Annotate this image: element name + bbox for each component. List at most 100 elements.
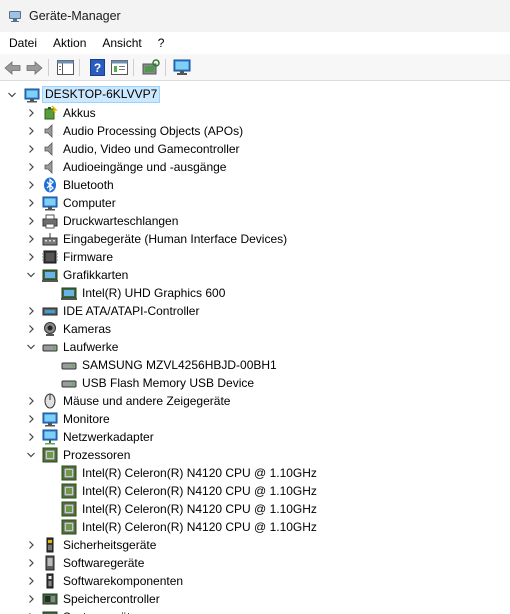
expand-toggle[interactable] — [25, 161, 37, 173]
tree-device-label: Intel(R) Celeron(R) N4120 CPU @ 1.10GHz — [82, 466, 317, 480]
computer-icon — [24, 88, 40, 103]
expand-toggle[interactable] — [25, 395, 37, 407]
expand-toggle[interactable] — [25, 413, 37, 425]
tree-category[interactable]: Druckwarteschlangen — [0, 212, 510, 230]
expand-toggle[interactable] — [6, 89, 18, 101]
tree-category[interactable]: Audio Processing Objects (APOs) — [0, 122, 510, 140]
tree-device[interactable]: Intel(R) Celeron(R) N4120 CPU @ 1.10GHz — [0, 500, 510, 518]
tree-category-label: Laufwerke — [63, 340, 119, 354]
tree-category[interactable]: IDE ATA/ATAPI-Controller — [0, 302, 510, 320]
tree-category[interactable]: Laufwerke — [0, 338, 510, 356]
expand-toggle[interactable] — [25, 143, 37, 155]
show-hide-tree-icon — [56, 60, 74, 75]
expand-toggle[interactable] — [25, 179, 37, 191]
chevron-right-icon — [29, 397, 34, 405]
tree-device-label: Intel(R) Celeron(R) N4120 CPU @ 1.10GHz — [82, 484, 317, 498]
tree-category[interactable]: Kameras — [0, 320, 510, 338]
back-button[interactable] — [3, 58, 23, 77]
expand-toggle[interactable] — [25, 215, 37, 227]
tree-category[interactable]: Eingabegeräte (Human Interface Devices) — [0, 230, 510, 248]
expand-toggle[interactable] — [25, 557, 37, 569]
network-icon — [42, 429, 58, 445]
monitor-button[interactable] — [172, 58, 192, 77]
properties-button[interactable] — [109, 58, 129, 77]
expand-toggle[interactable] — [25, 449, 37, 461]
expand-toggle[interactable] — [25, 233, 37, 245]
tree-category[interactable]: Audio, Video und Gamecontroller — [0, 140, 510, 158]
tree-category[interactable]: Audioeingänge und -ausgänge — [0, 158, 510, 176]
expand-toggle[interactable] — [25, 125, 37, 137]
expand-toggle[interactable] — [25, 593, 37, 605]
bluetooth-icon — [44, 177, 56, 193]
tree-category[interactable]: Computer — [0, 194, 510, 212]
tree-category[interactable]: Softwaregeräte — [0, 554, 510, 572]
show-hide-tree-button[interactable] — [55, 58, 75, 77]
toolbar-separator — [48, 59, 49, 76]
forward-button[interactable] — [24, 58, 44, 77]
software-device-icon — [45, 555, 55, 571]
tree-device[interactable]: Intel(R) Celeron(R) N4120 CPU @ 1.10GHz — [0, 482, 510, 500]
tree-category[interactable]: Akkus — [0, 104, 510, 122]
menu-ansicht[interactable]: Ansicht — [94, 32, 149, 54]
tree-category-label: Bluetooth — [63, 178, 114, 192]
tree-category-label: Monitore — [63, 412, 110, 426]
tree-device[interactable]: USB Flash Memory USB Device — [0, 374, 510, 392]
tree-category[interactable]: Bluetooth — [0, 176, 510, 194]
tree-device-label: SAMSUNG MZVL4256HBJD-00BH1 — [82, 358, 277, 372]
expand-toggle[interactable] — [25, 431, 37, 443]
tree-category-label: Mäuse und andere Zeigegeräte — [63, 394, 231, 408]
tree-device[interactable]: Intel(R) Celeron(R) N4120 CPU @ 1.10GHz — [0, 464, 510, 482]
scan-hardware-button[interactable] — [141, 58, 161, 77]
tree-category[interactable]: Sicherheitsgeräte — [0, 536, 510, 554]
tree-category-label: Eingabegeräte (Human Interface Devices) — [63, 232, 288, 246]
tree-category[interactable]: Softwarekomponenten — [0, 572, 510, 590]
processor-icon — [61, 483, 77, 499]
drive-icon — [42, 344, 58, 352]
tree-category[interactable]: Firmware — [0, 248, 510, 266]
expand-toggle[interactable] — [25, 197, 37, 209]
properties-icon — [110, 60, 128, 75]
tree-category[interactable]: Netzwerkadapter — [0, 428, 510, 446]
battery-icon — [44, 105, 58, 120]
tree-category[interactable]: Grafikkarten — [0, 266, 510, 284]
chevron-right-icon — [29, 325, 34, 333]
tree-category[interactable]: Systemgeräte — [0, 608, 510, 614]
expand-toggle[interactable] — [25, 107, 37, 119]
toolbar-separator — [165, 59, 166, 76]
expand-toggle[interactable] — [25, 341, 37, 353]
firmware-icon — [42, 250, 58, 264]
help-icon: ? — [89, 59, 105, 76]
back-icon — [4, 60, 21, 75]
tree-device[interactable]: Intel(R) Celeron(R) N4120 CPU @ 1.10GHz — [0, 518, 510, 536]
chevron-right-icon — [29, 145, 34, 153]
menu-aktion[interactable]: Aktion — [45, 32, 94, 54]
tree-category[interactable]: Prozessoren — [0, 446, 510, 464]
menu-datei[interactable]: Datei — [0, 32, 45, 54]
tree-root[interactable]: DESKTOP-6KLVVP7 — [0, 86, 510, 104]
menu-help[interactable]: ? — [150, 32, 173, 54]
help-button[interactable]: ? — [87, 58, 107, 77]
computer-icon — [42, 196, 58, 211]
tree-category-label: Systemgeräte — [63, 610, 137, 614]
expand-toggle[interactable] — [25, 305, 37, 317]
tree-category[interactable]: Mäuse und andere Zeigegeräte — [0, 392, 510, 410]
toolbar-separator — [133, 59, 134, 76]
tree-category[interactable]: Monitore — [0, 410, 510, 428]
expand-toggle[interactable] — [25, 539, 37, 551]
tree-category-label: Netzwerkadapter — [63, 430, 154, 444]
chevron-right-icon — [29, 217, 34, 225]
expand-toggle[interactable] — [25, 251, 37, 263]
expand-toggle[interactable] — [25, 575, 37, 587]
device-tree[interactable]: DESKTOP-6KLVVP7 Akkus Audio Processing Obj… — [0, 84, 510, 614]
tree-category[interactable]: Speichercontroller — [0, 590, 510, 608]
expand-toggle[interactable] — [25, 323, 37, 335]
toolbar: ? — [0, 54, 510, 81]
storage-controller-icon — [42, 593, 58, 605]
chevron-down-icon — [8, 92, 16, 98]
tree-category-label: Audio Processing Objects (APOs) — [63, 124, 244, 138]
tree-device[interactable]: Intel(R) UHD Graphics 600 — [0, 284, 510, 302]
expand-toggle[interactable] — [25, 269, 37, 281]
tree-device[interactable]: SAMSUNG MZVL4256HBJD-00BH1 — [0, 356, 510, 374]
chevron-right-icon — [29, 109, 34, 117]
scan-hardware-icon — [142, 59, 160, 75]
